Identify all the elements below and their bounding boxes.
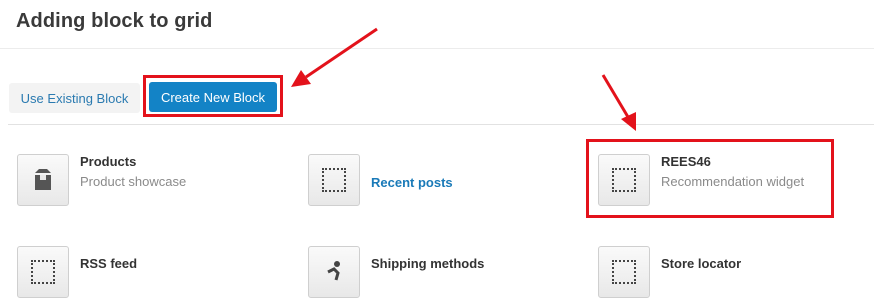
arrow-to-create-button: [305, 27, 378, 79]
annotation-arrows: [291, 27, 636, 131]
block-name: RSS feed: [80, 256, 138, 271]
title-divider: [0, 48, 874, 49]
block-name: REES46: [661, 154, 711, 169]
block-name: Products: [80, 154, 137, 169]
box-icon: [17, 154, 69, 206]
block-rees46[interactable]: REES46 Recommendation widget: [598, 154, 804, 206]
dotted-square-icon: [308, 154, 360, 206]
block-name: Shipping methods: [371, 256, 485, 271]
block-store-locator[interactable]: Store locator: [598, 246, 741, 298]
tabs-divider: [8, 124, 874, 125]
block-rss-feed[interactable]: RSS feed: [17, 246, 137, 298]
block-description: Product showcase: [80, 174, 187, 189]
dotted-square-icon: [17, 246, 69, 298]
block-recent-posts[interactable]: Recent posts: [308, 154, 453, 206]
block-shipping-methods[interactable]: Shipping methods: [308, 246, 484, 298]
dotted-square-icon: [598, 246, 650, 298]
tab-use-existing-block[interactable]: Use Existing Block: [9, 83, 140, 113]
delivery-person-icon: [308, 246, 360, 298]
dialog-title: Adding block to grid: [16, 10, 213, 32]
dotted-square-icon: [598, 154, 650, 206]
block-name: Recent posts: [371, 175, 453, 190]
arrow-to-rees46: [601, 74, 630, 118]
tab-create-new-block[interactable]: Create New Block: [149, 82, 277, 112]
arrow-head-icon: [291, 70, 311, 87]
block-description: Recommendation widget: [661, 174, 805, 189]
arrow-head-icon: [621, 112, 636, 131]
block-products[interactable]: Products Product showcase: [17, 154, 186, 206]
block-name: Store locator: [661, 256, 742, 271]
